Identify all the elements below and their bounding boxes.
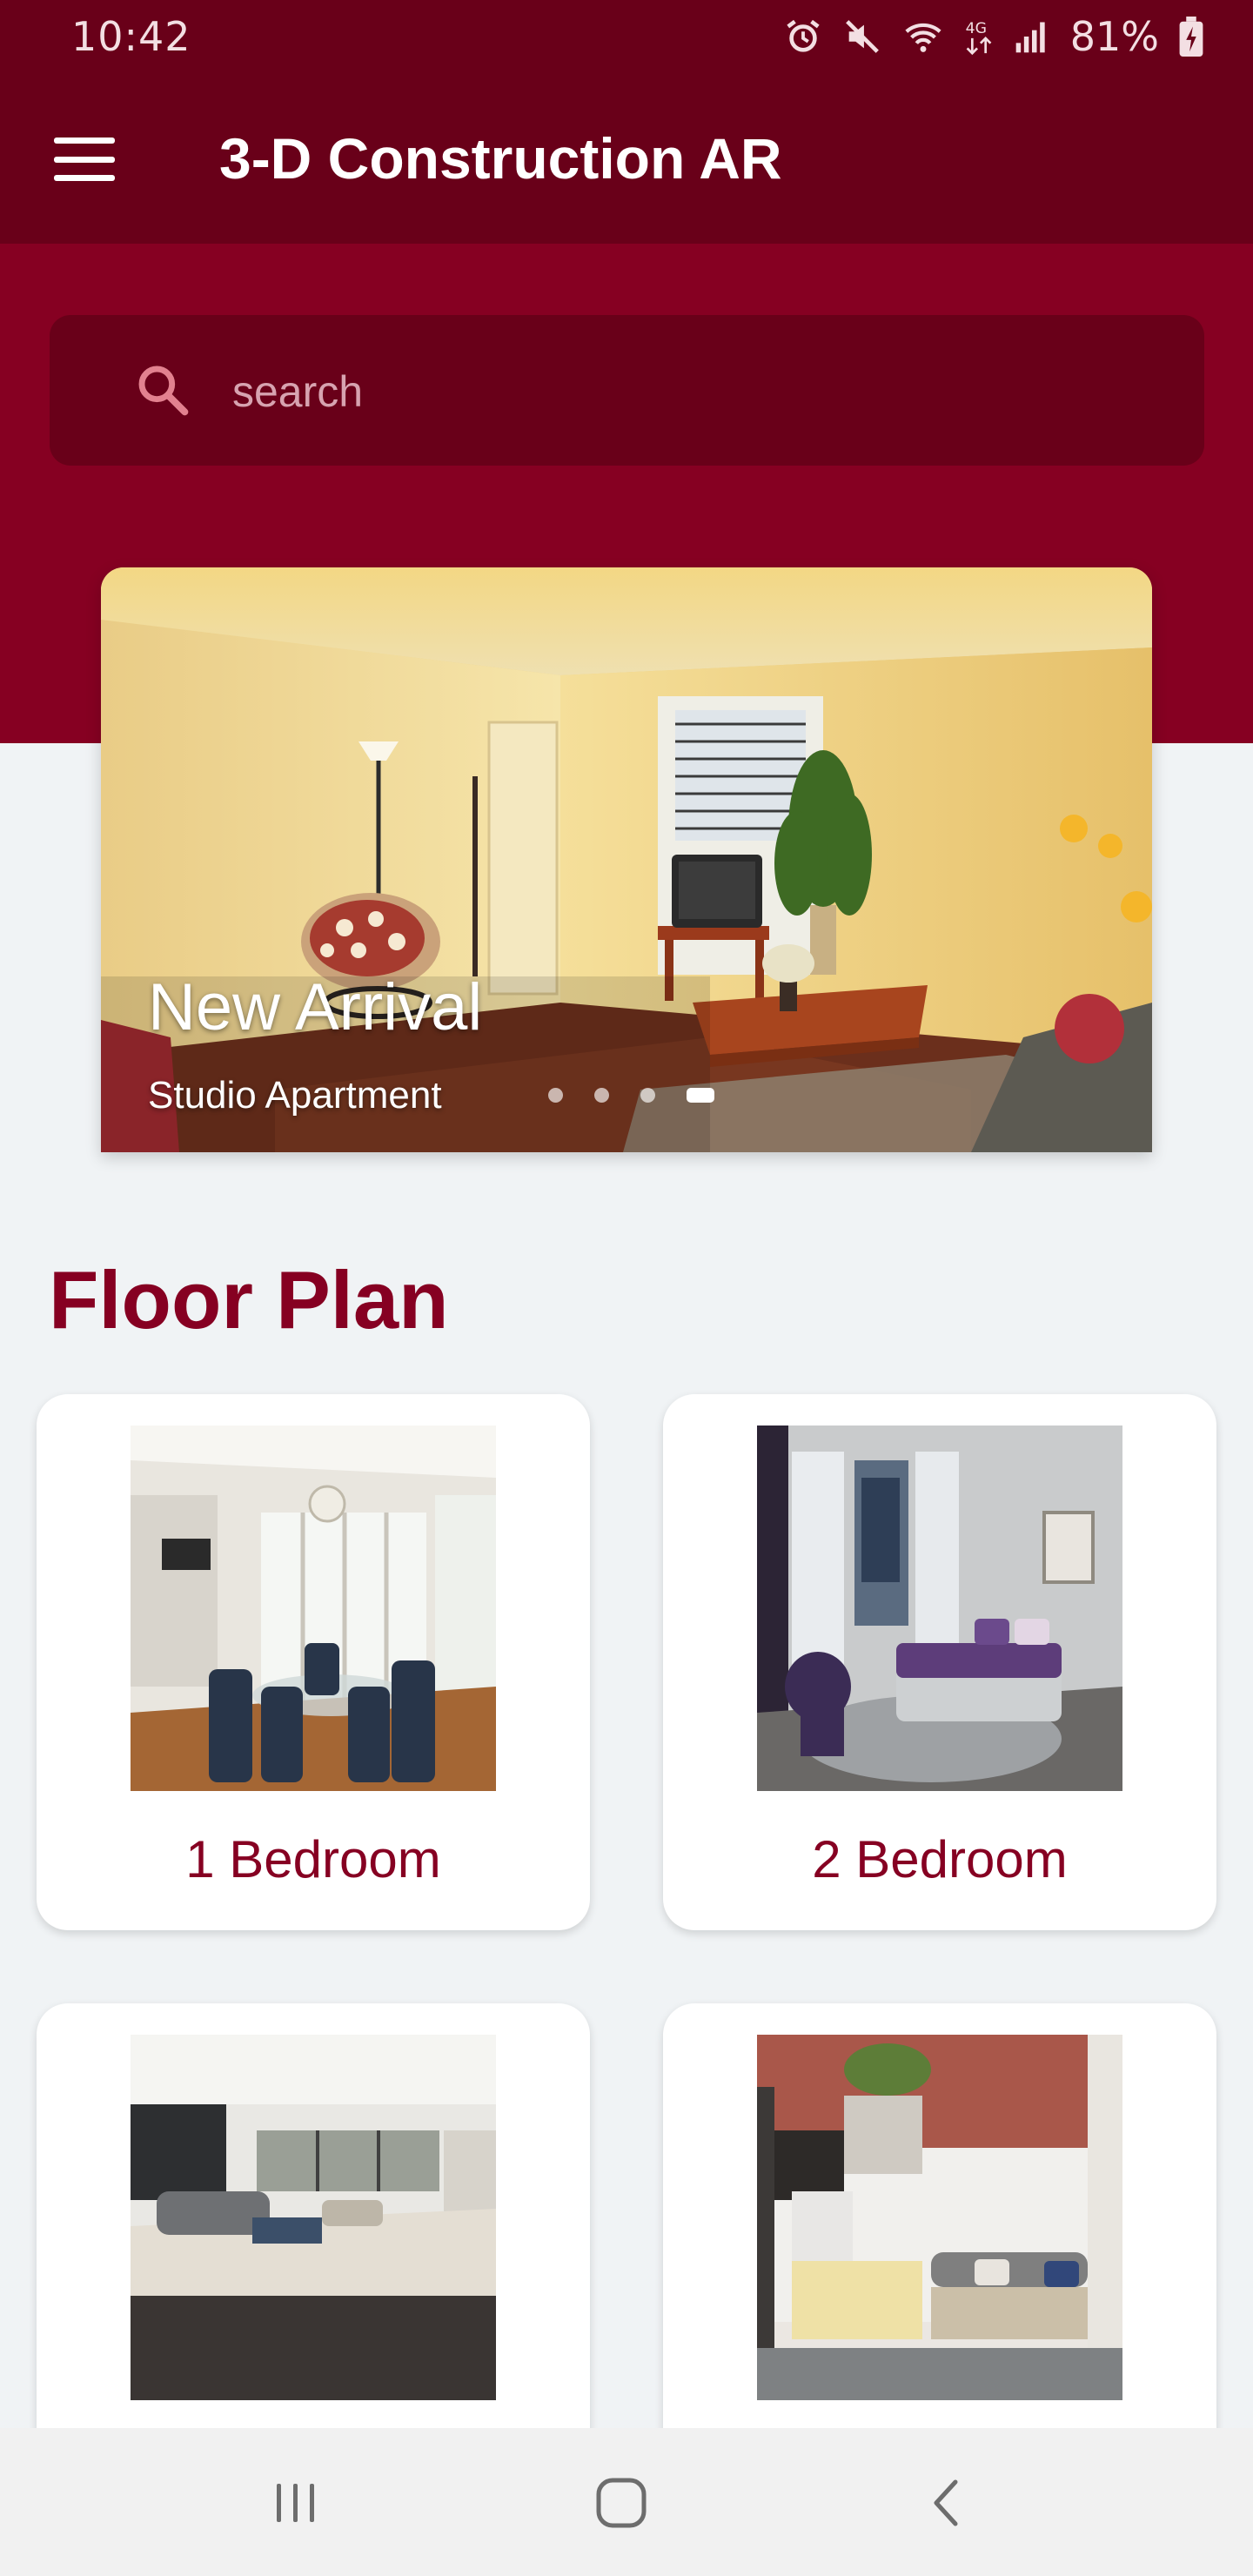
- status-time: 10:42: [71, 13, 191, 60]
- search-input[interactable]: [232, 350, 1172, 433]
- app-bar: 3-D Construction AR: [0, 73, 1253, 244]
- carousel-dot[interactable]: [640, 1088, 655, 1103]
- featured-carousel[interactable]: New Arrival Studio Apartment: [101, 567, 1152, 1152]
- battery-percent: 81%: [1069, 13, 1159, 60]
- carousel-dot[interactable]: [548, 1088, 563, 1103]
- search-icon: [138, 366, 189, 416]
- status-icons: 4G 81%: [783, 13, 1204, 60]
- card-label: 2 Bedroom: [812, 1830, 1068, 1888]
- carousel-dot[interactable]: [594, 1088, 609, 1103]
- carousel-dot-active[interactable]: [687, 1088, 714, 1103]
- kitchenette-image: [757, 2035, 1122, 2400]
- back-icon[interactable]: [926, 2477, 969, 2529]
- studio-apartment-image: [101, 567, 1152, 1152]
- 2-bedroom-image: [757, 1426, 1122, 1791]
- search-bar[interactable]: [50, 315, 1204, 466]
- floor-plan-title: Floor Plan: [49, 1254, 449, 1345]
- living-room-image: [131, 2035, 496, 2400]
- svg-text:4G: 4G: [965, 20, 986, 37]
- floor-plan-card-2-bedroom[interactable]: 2 Bedroom: [663, 1394, 1216, 1930]
- system-nav-bar: [0, 2428, 1253, 2576]
- carousel-indicator: [548, 1088, 714, 1103]
- carousel-title: New Arrival: [148, 970, 483, 1044]
- status-bar: 10:42 4G 81%: [0, 0, 1253, 73]
- mute-icon: [845, 20, 879, 53]
- carousel-subtitle: Studio Apartment: [148, 1074, 442, 1117]
- card-label: 1 Bedroom: [185, 1830, 441, 1888]
- wifi-icon: [905, 23, 941, 52]
- 1-bedroom-image: [131, 1426, 496, 1791]
- home-icon[interactable]: [595, 2477, 647, 2529]
- recents-icon[interactable]: [270, 2479, 322, 2527]
- alarm-icon: [787, 19, 820, 52]
- app-title: 3-D Construction AR: [219, 126, 782, 191]
- signal-icon: [1015, 22, 1045, 53]
- 4g-icon: 4G: [965, 20, 992, 56]
- hamburger-menu-icon[interactable]: [54, 138, 115, 181]
- floor-plan-card-1-bedroom[interactable]: 1 Bedroom: [37, 1394, 590, 1930]
- battery-charging-icon: [1179, 17, 1203, 57]
